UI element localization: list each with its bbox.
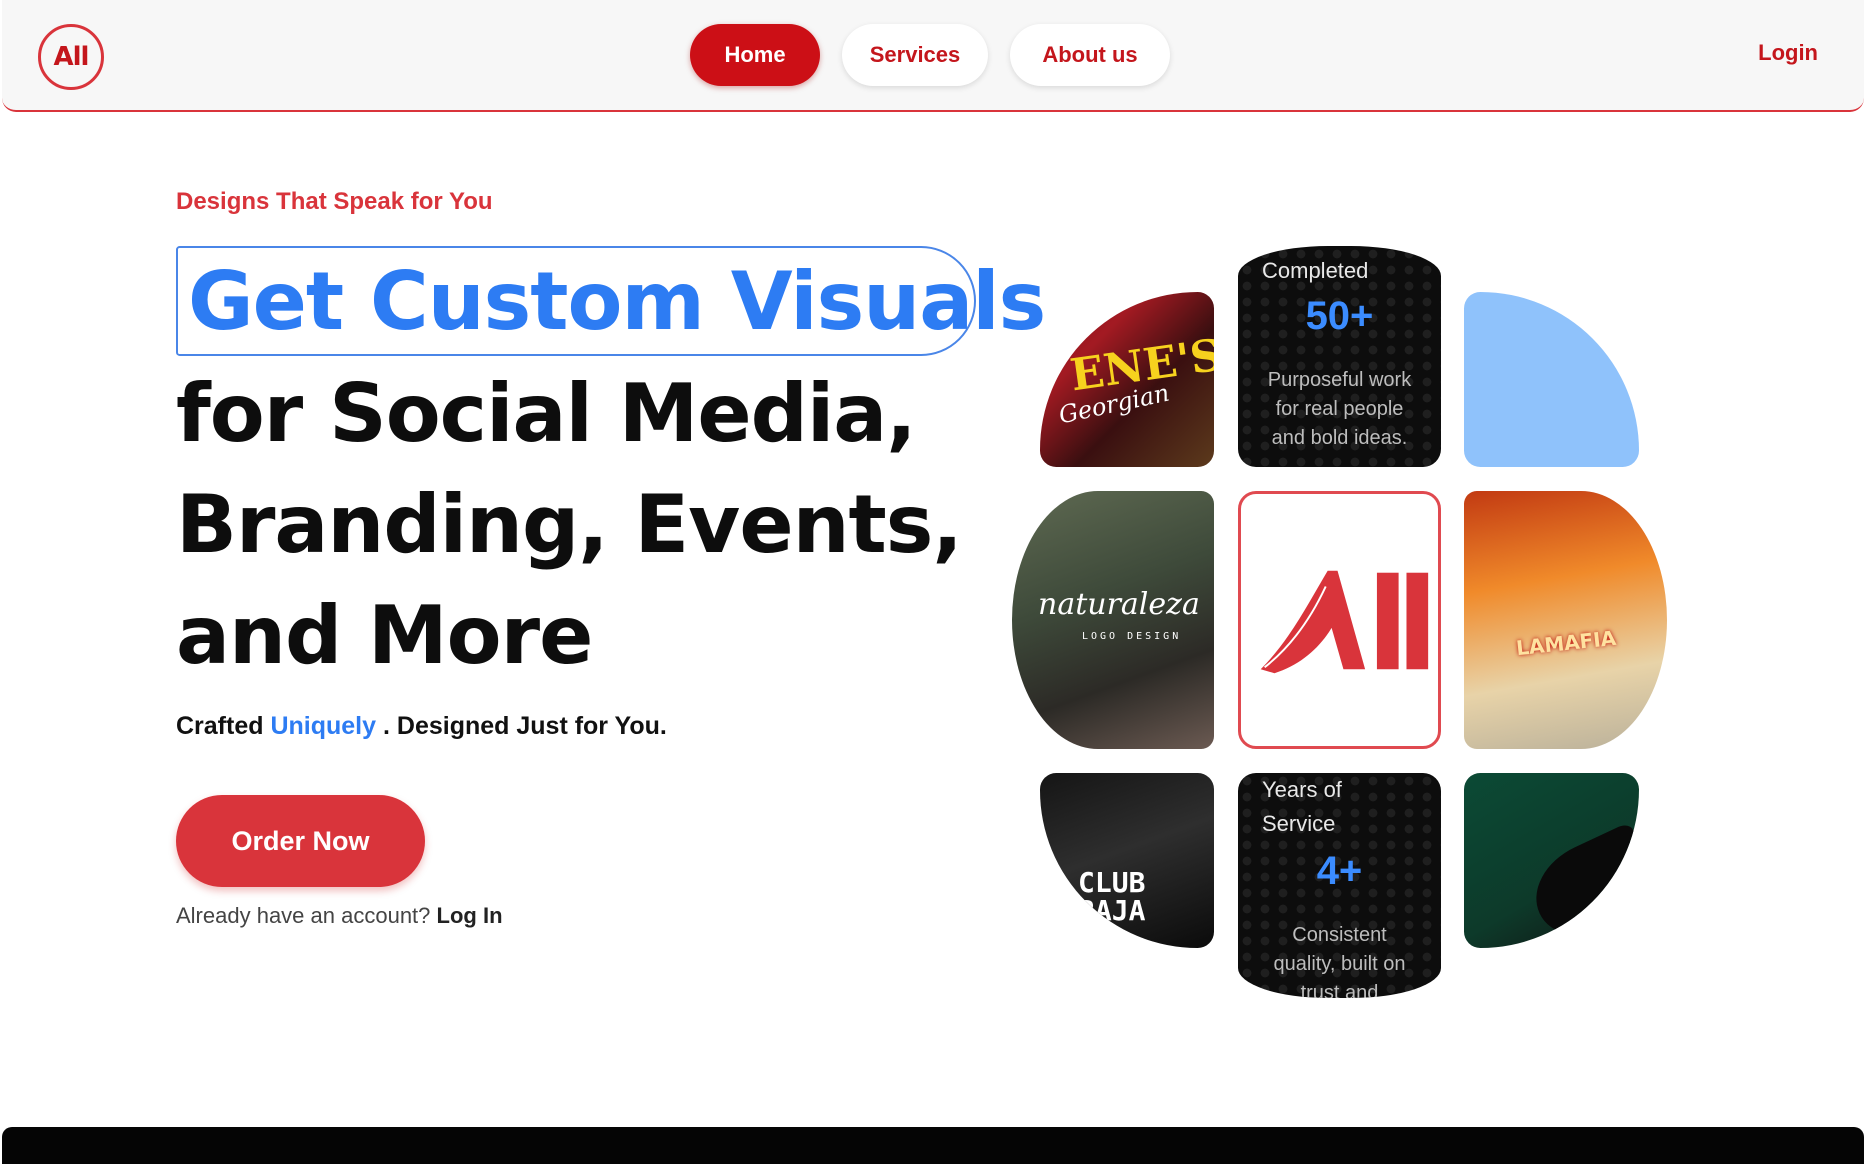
stat-title: Years of Service	[1262, 773, 1342, 841]
headline-line: for Social Media,	[176, 367, 917, 460]
nav-services[interactable]: Services	[842, 24, 988, 86]
stat-value: 4+	[1316, 849, 1363, 893]
stat-desc-line: for real people	[1275, 398, 1404, 420]
stat-title-line: Years of	[1262, 777, 1342, 802]
stat-description: Purposeful work for real people and bold…	[1238, 366, 1441, 453]
login-link[interactable]: Login	[1758, 40, 1818, 66]
image-caption: LOGO DESIGN	[1082, 631, 1182, 642]
stat-desc-line: Purposeful work	[1267, 369, 1412, 391]
image-detail	[1520, 821, 1639, 948]
portfolio-image-naturaleza: naturaleza LOGO DESIGN	[1012, 491, 1214, 749]
image-caption: CLUB RAJA	[1078, 866, 1146, 927]
subline-suffix: . Designed Just for You.	[383, 712, 667, 740]
hero-tagline: Designs That Speak for You	[176, 188, 493, 215]
nav-home[interactable]: Home	[690, 24, 820, 86]
account-prompt: Already have an account? Log In	[176, 903, 503, 929]
stat-description: Consistent quality, built on trust and	[1238, 921, 1441, 998]
stat-value: 50+	[1305, 294, 1374, 338]
stat-desc-line: trust and	[1300, 982, 1379, 998]
headline-highlight: Get Custom Visuals	[188, 254, 1046, 348]
hero-subline: Crafted Uniquely . Designed Just for You…	[176, 712, 667, 741]
stat-desc-line: Consistent	[1292, 924, 1387, 946]
subline-prefix: Crafted	[176, 712, 264, 740]
stat-desc-line: and bold ideas.	[1271, 427, 1408, 449]
brand-mark-icon	[1260, 570, 1429, 674]
stat-completed-card: Completed 50+ Purposeful work for real p…	[1238, 246, 1441, 467]
headline-highlight-box: Get Custom Visuals	[176, 246, 1046, 356]
log-in-link[interactable]: Log In	[437, 903, 503, 928]
nav-about-us[interactable]: About us	[1010, 24, 1170, 86]
headline-line: and More	[176, 589, 593, 682]
stat-years-card: Years of Service 4+ Consistent quality, …	[1238, 773, 1441, 998]
headline-line: Branding, Events,	[176, 478, 963, 571]
subline-highlight: Uniquely	[270, 712, 377, 740]
portfolio-image-mascot: LAMAFIA	[1464, 491, 1667, 749]
order-now-button[interactable]: Order Now	[176, 795, 425, 887]
account-prompt-text: Already have an account?	[176, 903, 431, 928]
portfolio-image-restaurant: ENE'S Georgian	[1040, 292, 1214, 467]
center-logo-card	[1238, 491, 1441, 749]
footer-bar	[2, 1127, 1864, 1164]
stat-title: Completed	[1262, 258, 1369, 283]
image-caption: LAMAFIA	[1515, 625, 1618, 661]
decorative-blue-shape	[1464, 292, 1639, 467]
main-nav: Home Services About us	[690, 24, 1170, 86]
image-caption: naturaleza	[1038, 587, 1200, 622]
portfolio-image-club: CLUB RAJA	[1040, 773, 1214, 948]
stat-desc-line: quality, built on	[1273, 953, 1406, 975]
portfolio-image-green	[1464, 773, 1639, 948]
stat-title-line: Service	[1262, 811, 1336, 836]
brand-logo[interactable]: All	[38, 24, 104, 90]
headline-rest: for Social Media, Branding, Events, and …	[176, 358, 963, 691]
navbar: All Home Services About us Login	[2, 0, 1864, 112]
